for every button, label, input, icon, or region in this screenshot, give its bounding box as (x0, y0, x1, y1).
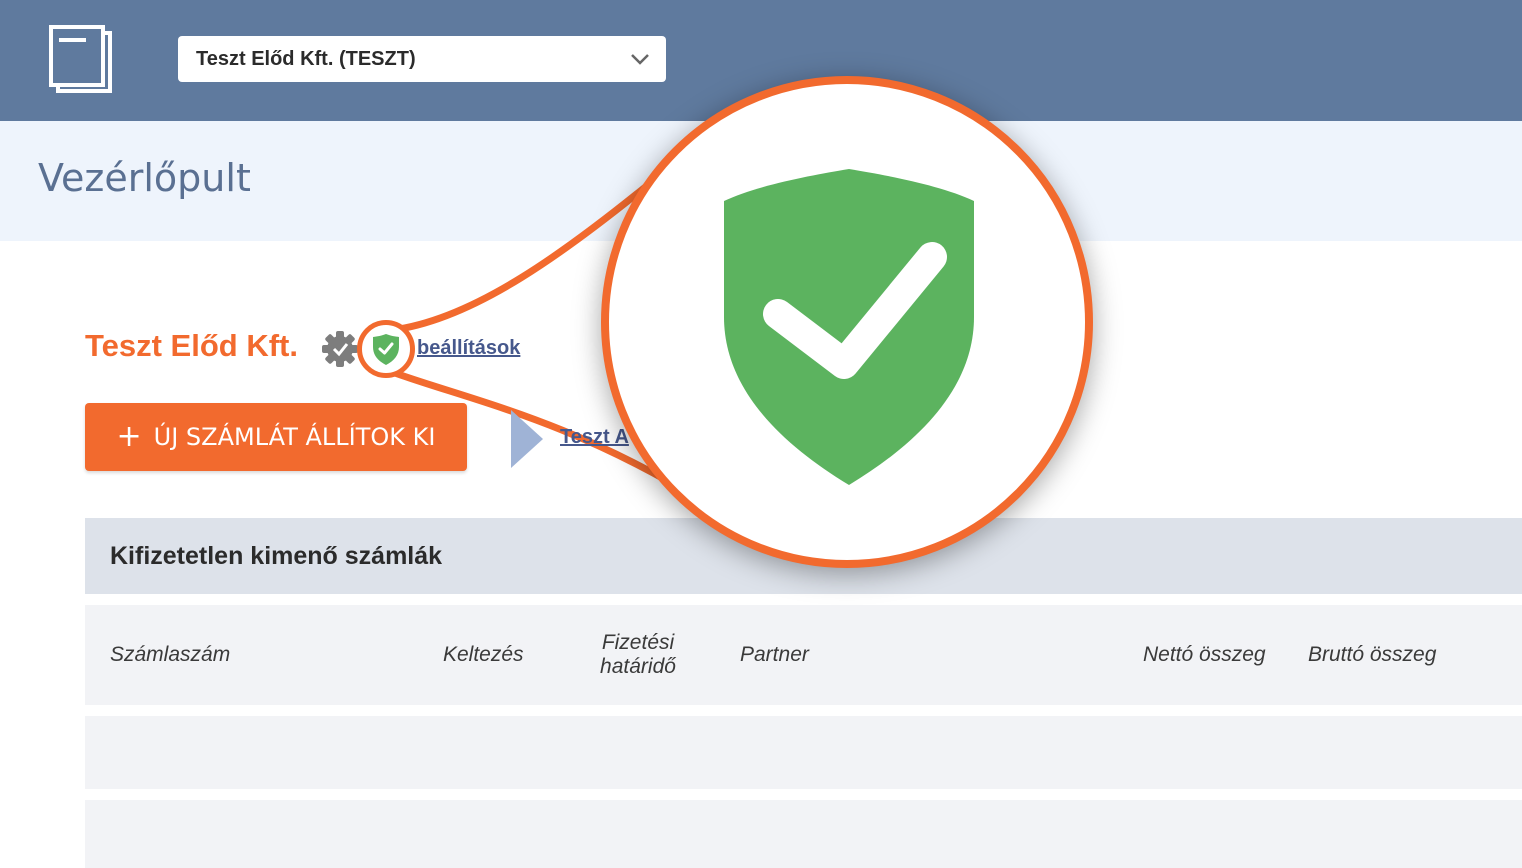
document-stack-icon[interactable] (48, 24, 114, 94)
column-header-gross-amount[interactable]: Bruttó összeg (1308, 643, 1436, 667)
column-header-invoice-number[interactable]: Számlaszám (110, 643, 230, 667)
shield-check-icon (724, 169, 974, 485)
table-header: Számlaszám Keltezés Fizetési határidő Pa… (85, 605, 1522, 705)
column-header-date[interactable]: Keltezés (443, 643, 524, 667)
settings-link[interactable]: beállítások (417, 337, 520, 360)
page-title: Vezérlőpult (38, 156, 251, 200)
new-invoice-label: ÚJ SZÁMLÁT ÁLLÍTOK KI (153, 423, 436, 451)
arrow-right-icon (511, 410, 543, 468)
company-select-value: Teszt Előd Kft. (TESZT) (196, 47, 416, 70)
zoom-callout (601, 76, 1093, 568)
shield-check-icon (373, 334, 399, 365)
gear-badge-icon (322, 331, 358, 367)
section-title: Kifizetetlen kimenő számlák (110, 542, 443, 570)
column-header-net-amount[interactable]: Nettó összeg (1143, 643, 1266, 667)
new-invoice-button[interactable]: + ÚJ SZÁMLÁT ÁLLÍTOK KI (85, 403, 467, 471)
table-row[interactable] (85, 800, 1522, 868)
company-select[interactable]: Teszt Előd Kft. (TESZT) (178, 36, 666, 82)
table-row[interactable] (85, 716, 1522, 789)
chevron-down-icon (631, 54, 649, 65)
company-name: Teszt Előd Kft. (85, 328, 298, 363)
plus-icon: + (116, 419, 142, 454)
partner-link[interactable]: Teszt A (560, 426, 629, 449)
security-badge[interactable] (357, 320, 415, 378)
column-header-due-date[interactable]: Fizetési határidő (593, 631, 683, 679)
column-header-partner[interactable]: Partner (740, 643, 809, 667)
